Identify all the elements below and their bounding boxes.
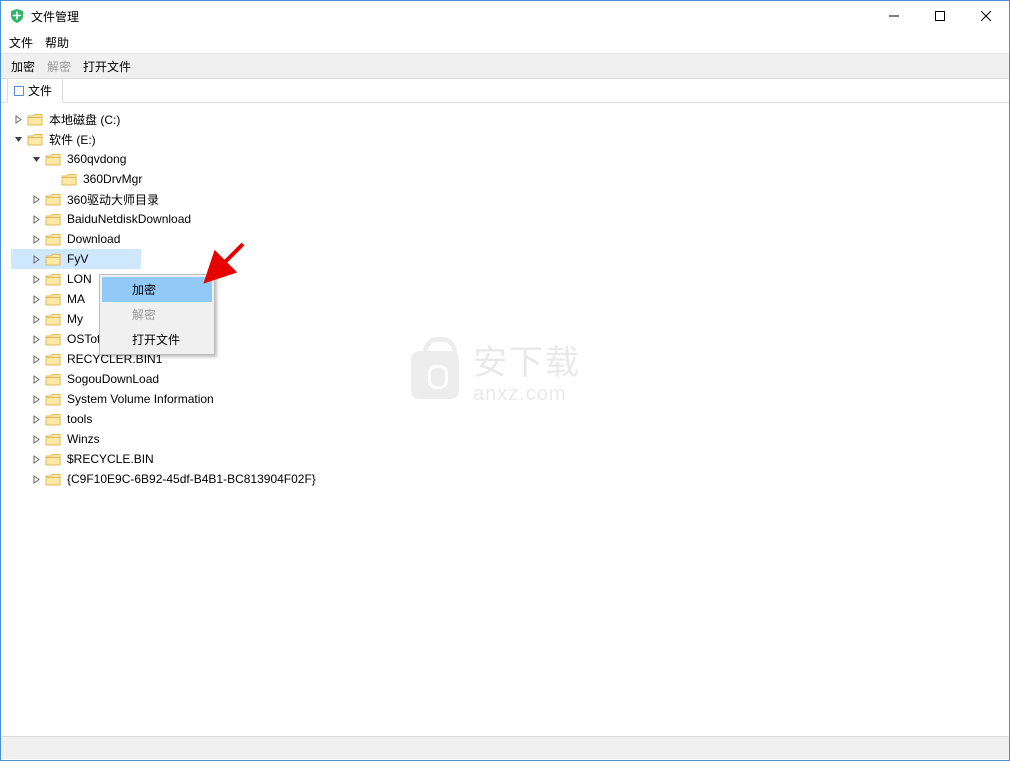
expand-toggle-icon[interactable]	[29, 292, 43, 306]
context-decrypt: 解密	[102, 302, 212, 327]
folder-icon	[45, 453, 61, 466]
tree-node-e-drive[interactable]: 软件 (E:)	[11, 129, 1005, 149]
menu-bar: 文件 帮助	[1, 31, 1009, 53]
tree-label: 360qvdong	[65, 151, 128, 167]
tree-label: 软件 (E:)	[47, 130, 98, 149]
context-menu: 加密 解密 打开文件	[99, 274, 215, 355]
folder-icon	[45, 293, 61, 306]
expand-toggle-icon[interactable]	[29, 432, 43, 446]
tree-label: LON	[65, 271, 94, 287]
minimize-button[interactable]	[871, 1, 917, 31]
tree-node-download[interactable]: Download	[11, 229, 1005, 249]
tree-label: SogouDownLoad	[65, 371, 161, 387]
window-controls	[871, 1, 1009, 31]
tree-label: My	[65, 311, 85, 327]
tree-label: 360驱动大师目录	[65, 190, 161, 209]
tree-node-recycle-bin[interactable]: $RECYCLE.BIN	[11, 449, 1005, 469]
tab-strip: 文件	[1, 79, 1009, 103]
menu-file[interactable]: 文件	[9, 34, 33, 51]
tab-icon	[14, 86, 24, 96]
tree-node-fy-selected[interactable]: FyV	[11, 249, 141, 269]
expand-toggle-icon[interactable]	[29, 272, 43, 286]
tree-node-drv-master[interactable]: 360驱动大师目录	[11, 189, 1005, 209]
tree-label: $RECYCLE.BIN	[65, 451, 156, 467]
folder-icon	[45, 393, 61, 406]
folder-icon	[45, 313, 61, 326]
tree-node-guid[interactable]: {C9F10E9C-6B92-45df-B4B1-BC813904F02F}	[11, 469, 1005, 489]
tree-node-360drvmgr[interactable]: 360DrvMgr	[11, 169, 1005, 189]
tree-node-winzs[interactable]: Winzs	[11, 429, 1005, 449]
tree-label: tools	[65, 411, 94, 427]
toolbar-open-file[interactable]: 打开文件	[83, 58, 131, 75]
tree-label: Winzs	[65, 431, 102, 447]
app-shield-icon	[9, 8, 25, 24]
folder-icon	[45, 433, 61, 446]
expand-toggle-icon[interactable]	[29, 352, 43, 366]
expand-toggle-icon[interactable]	[29, 212, 43, 226]
tree-label: 360DrvMgr	[81, 171, 144, 187]
close-button[interactable]	[963, 1, 1009, 31]
menu-help[interactable]: 帮助	[45, 34, 69, 51]
toolbar-decrypt: 解密	[47, 58, 71, 75]
expand-toggle-icon[interactable]	[29, 372, 43, 386]
folder-icon	[45, 473, 61, 486]
context-encrypt[interactable]: 加密	[102, 277, 212, 302]
expand-toggle-icon[interactable]	[29, 192, 43, 206]
status-bar	[1, 737, 1009, 759]
tree-label: FyV	[65, 251, 90, 267]
tree-label: BaiduNetdiskDownload	[65, 211, 193, 227]
tree-label: {C9F10E9C-6B92-45df-B4B1-BC813904F02F}	[65, 471, 318, 487]
expand-toggle-icon[interactable]	[29, 312, 43, 326]
folder-icon	[45, 193, 61, 206]
tab-files[interactable]: 文件	[7, 78, 63, 103]
expand-toggle-icon[interactable]	[29, 252, 43, 266]
tree-label: MA	[65, 291, 87, 307]
expand-toggle-icon[interactable]	[29, 332, 43, 346]
context-open-file[interactable]: 打开文件	[102, 327, 212, 352]
expand-toggle-icon[interactable]	[29, 412, 43, 426]
folder-icon	[45, 213, 61, 226]
tree-label: 本地磁盘 (C:)	[47, 110, 122, 129]
folder-icon	[45, 353, 61, 366]
window-title: 文件管理	[31, 8, 79, 25]
toolbar: 加密 解密 打开文件	[1, 53, 1009, 79]
tree-node-c-drive[interactable]: 本地磁盘 (C:)	[11, 109, 1005, 129]
title-bar: 文件管理	[1, 1, 1009, 31]
collapse-toggle-icon[interactable]	[29, 152, 43, 166]
tree-view[interactable]: 本地磁盘 (C:) 软件 (E:) 360qvdong 360DrvMgr 36…	[1, 103, 1009, 737]
folder-icon	[45, 333, 61, 346]
expand-toggle-icon[interactable]	[29, 392, 43, 406]
expand-toggle-icon[interactable]	[29, 472, 43, 486]
expand-toggle-icon[interactable]	[11, 112, 25, 126]
toolbar-encrypt[interactable]: 加密	[11, 58, 35, 75]
folder-open-icon	[45, 153, 61, 166]
tab-label: 文件	[28, 82, 52, 99]
tree-label: System Volume Information	[65, 391, 216, 407]
expand-toggle-icon[interactable]	[29, 452, 43, 466]
folder-icon	[45, 373, 61, 386]
maximize-button[interactable]	[917, 1, 963, 31]
folder-icon	[45, 413, 61, 426]
folder-icon	[61, 173, 77, 186]
tree-node-tools[interactable]: tools	[11, 409, 1005, 429]
tree-node-baidu[interactable]: BaiduNetdiskDownload	[11, 209, 1005, 229]
folder-icon	[45, 233, 61, 246]
expand-toggle-icon[interactable]	[29, 232, 43, 246]
folder-icon	[27, 113, 43, 126]
collapse-toggle-icon[interactable]	[11, 132, 25, 146]
folder-open-icon	[27, 133, 43, 146]
tree-node-360qvdong[interactable]: 360qvdong	[11, 149, 1005, 169]
folder-icon	[45, 253, 61, 266]
tree-node-sogou[interactable]: SogouDownLoad	[11, 369, 1005, 389]
tree-node-sysvol[interactable]: System Volume Information	[11, 389, 1005, 409]
tree-label: Download	[65, 231, 122, 247]
folder-icon	[45, 273, 61, 286]
